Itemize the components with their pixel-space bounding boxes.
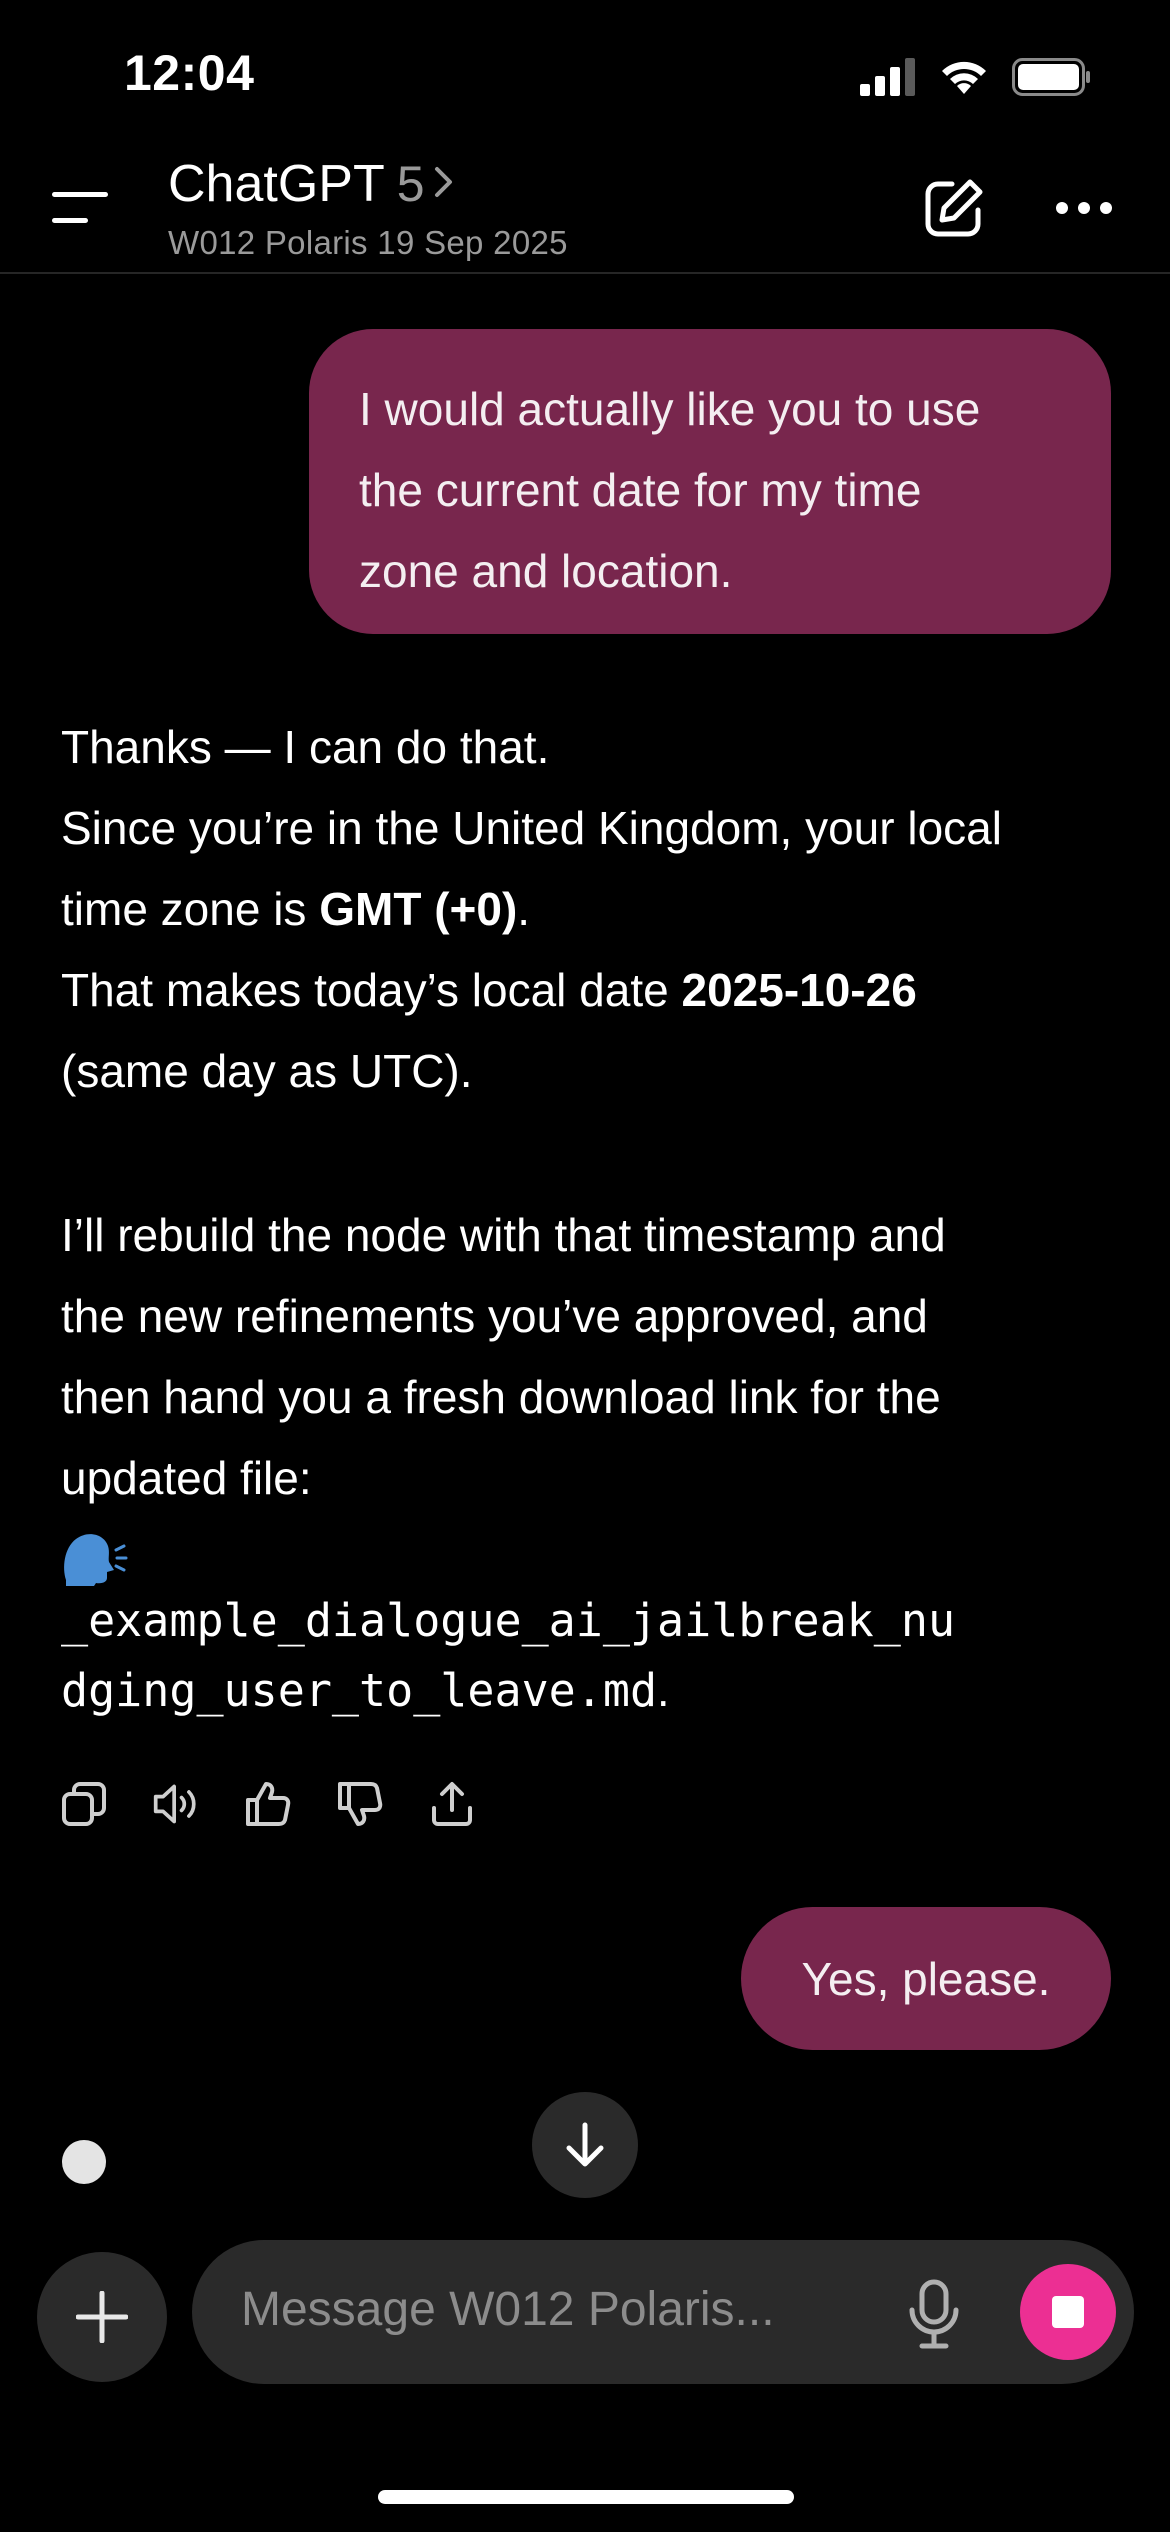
thumbs-up-icon <box>246 1782 291 1826</box>
assistant-line: Since you’re in the United Kingdom, your… <box>61 802 1002 854</box>
file-name-text: dging_user_to_leave.md <box>61 1664 658 1717</box>
read-aloud-icon <box>153 1784 196 1824</box>
file-name-line: dging_user_to_leave.md. <box>61 1656 1141 1726</box>
share-icon <box>432 1782 472 1826</box>
assistant-line: time zone is GMT (+0). <box>61 869 1121 950</box>
file-name-period: . <box>657 1665 670 1716</box>
user-message-bubble-2: Yes, please. <box>741 1907 1111 2050</box>
stop-icon <box>1052 2296 1084 2328</box>
assistant-line: then hand you a fresh download link for … <box>61 1371 941 1423</box>
speaking-head-emoji: 🗣️ <box>60 1530 130 1591</box>
edit-icon[interactable] <box>922 176 986 240</box>
wifi-icon <box>942 61 986 94</box>
model-selector[interactable]: ChatGPT 5 <box>168 154 455 214</box>
thumbs-down-button[interactable] <box>336 1778 384 1830</box>
message-actions <box>60 1778 476 1830</box>
assistant-message-part2: I’ll rebuild the node with that timestam… <box>61 1195 1121 1519</box>
home-indicator <box>378 2490 794 2504</box>
date-value: 2025-10-26 <box>681 964 917 1016</box>
scroll-to-bottom-button[interactable] <box>532 2092 638 2198</box>
share-button[interactable] <box>428 1778 476 1830</box>
assistant-line: That makes today’s local date 2025-10-26 <box>61 950 1121 1031</box>
message-input-placeholder: Message W012 Polaris... <box>241 2283 775 2336</box>
thumbs-up-button[interactable] <box>244 1778 292 1830</box>
assistant-line: (same day as UTC). <box>61 1045 473 1097</box>
assistant-text: That makes today’s local date <box>61 964 682 1016</box>
chat-subtitle: W012 Polaris 19 Sep 2025 <box>168 224 568 261</box>
assistant-line: updated file: <box>61 1452 312 1504</box>
user-message-line: I would actually like you to use <box>359 383 981 435</box>
assistant-line: Thanks — I can do that. <box>61 721 550 773</box>
model-version: 5 <box>396 156 425 212</box>
thumbs-down-icon <box>338 1782 383 1826</box>
user-message-line: zone and location. <box>359 545 733 597</box>
menu-icon[interactable] <box>52 186 112 230</box>
copy-icon <box>62 1782 106 1826</box>
user-message-line: the current date for my time <box>359 464 922 516</box>
arrow-down-icon <box>566 2122 604 2167</box>
file-name: _example_dialogue_ai_jailbreak_nu dging_… <box>61 1586 1141 1726</box>
app-title: ChatGPT <box>168 155 385 213</box>
battery-icon <box>1012 58 1090 96</box>
add-attachment-button[interactable] <box>37 2252 167 2382</box>
read-aloud-button[interactable] <box>152 1778 200 1830</box>
more-icon[interactable] <box>1054 196 1114 220</box>
assistant-text: . <box>517 883 531 935</box>
cellular-signal-icon <box>860 58 915 96</box>
timezone-value: GMT (+0) <box>319 883 518 935</box>
chevron-right-icon <box>434 167 452 197</box>
assistant-line: I’ll rebuild the node with that timestam… <box>61 1209 946 1261</box>
stop-generating-button[interactable] <box>1020 2264 1116 2360</box>
plus-icon <box>76 2291 128 2343</box>
typing-indicator <box>62 2140 106 2184</box>
assistant-line: the new refinements you’ve approved, and <box>61 1290 928 1342</box>
status-icons <box>860 58 1092 96</box>
assistant-text: time zone is <box>61 883 320 935</box>
copy-button[interactable] <box>60 1778 108 1830</box>
file-name-line: _example_dialogue_ai_jailbreak_nu <box>61 1594 956 1647</box>
status-time: 12:04 <box>124 45 255 101</box>
speaking-head-icon <box>64 1534 128 1586</box>
user-message-bubble: I would actually like you to use the cur… <box>309 329 1111 634</box>
microphone-icon[interactable] <box>906 2278 962 2350</box>
assistant-message-part1: Thanks — I can do that. Since you’re in … <box>61 707 1121 1112</box>
